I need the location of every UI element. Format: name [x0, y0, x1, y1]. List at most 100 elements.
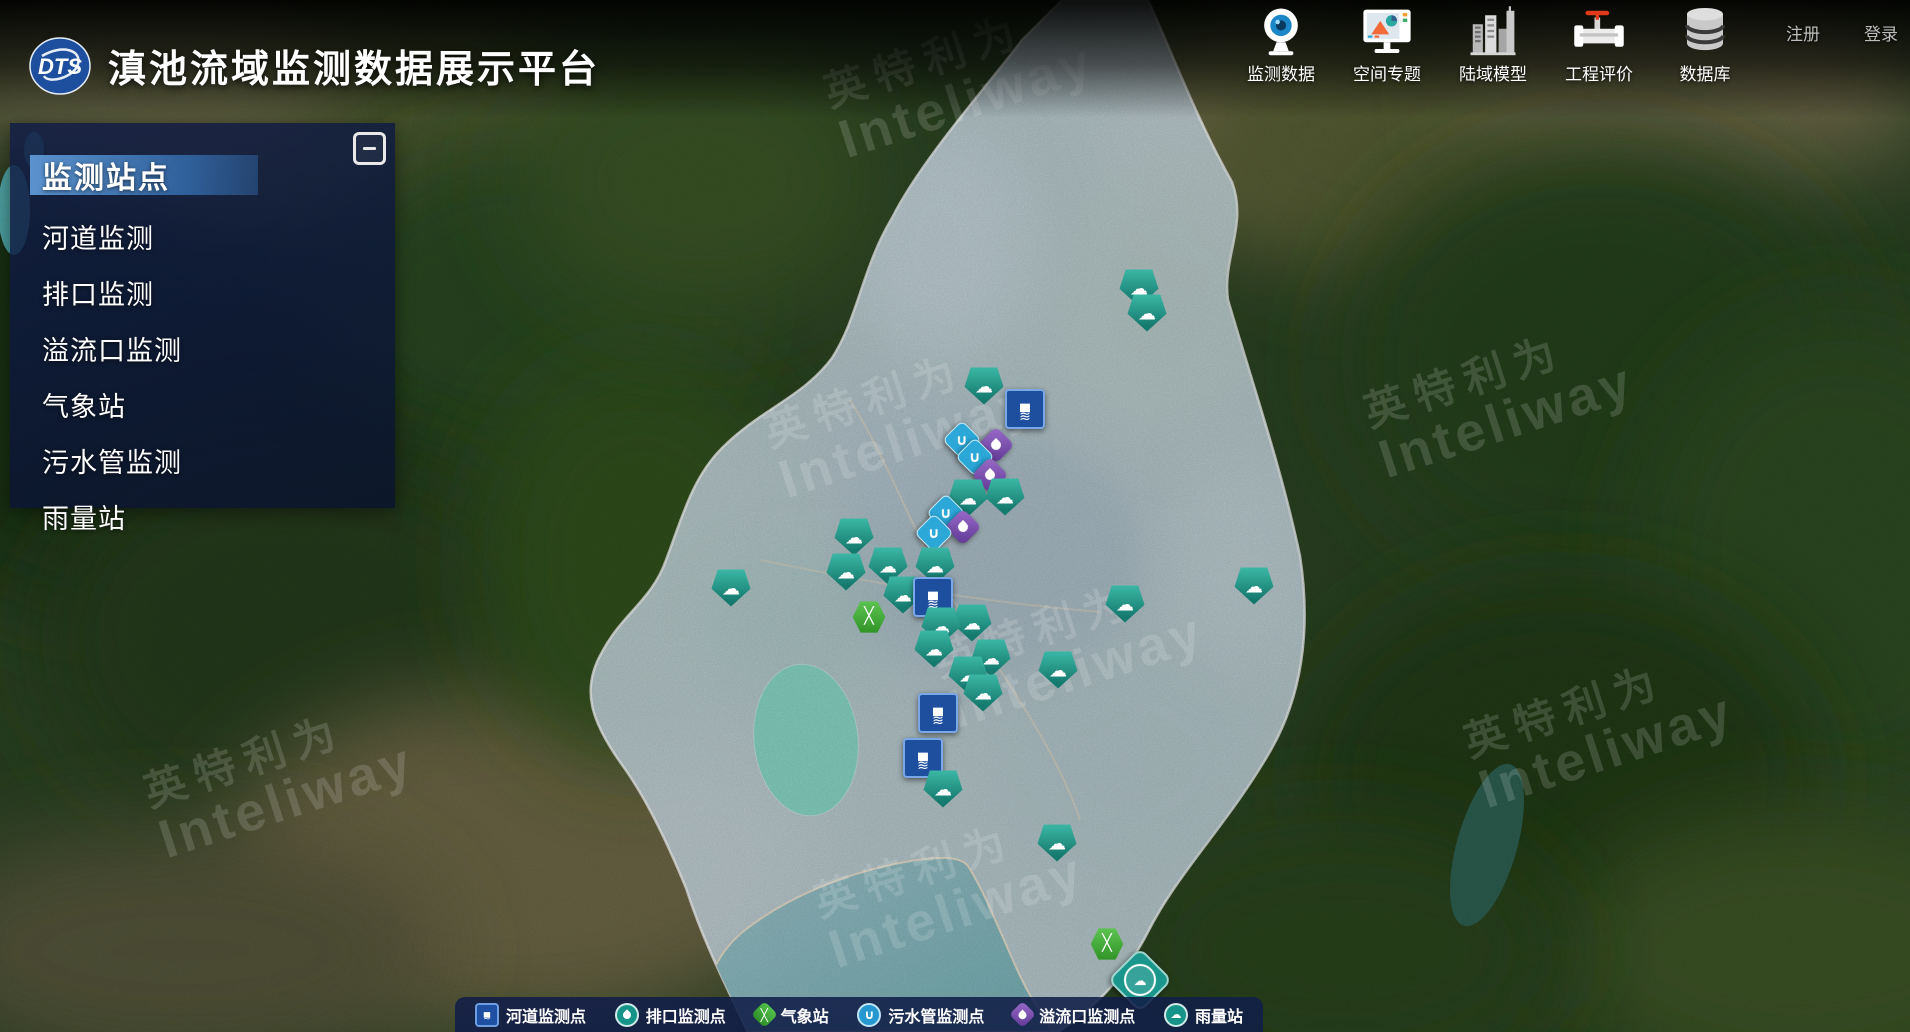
outlet-marker-icon [1048, 834, 1066, 852]
panel-title: 监测站点 [30, 155, 258, 195]
buildings-icon [1466, 4, 1520, 58]
nav-item-database[interactable]: 数据库 [1652, 4, 1758, 85]
sewage-marker-icon [940, 506, 952, 521]
map-marker-outlet[interactable] [712, 570, 751, 607]
page-title: 滇池流域监测数据展示平台 [108, 38, 600, 93]
outlet-marker-icon [959, 489, 977, 507]
legend-label: 污水管监测点 [888, 1003, 984, 1027]
rain-marker-icon [1124, 964, 1156, 996]
nav-item-spatial-theme[interactable]: 空间专题 [1334, 4, 1440, 85]
river-station-icon [475, 1003, 499, 1027]
legend-item-outlet-station[interactable]: 排口监测点 [615, 1003, 726, 1027]
legend-item-sewage-pipe-station[interactable]: 污水管监测点 [857, 1003, 984, 1027]
outlet-marker-icon [722, 579, 740, 597]
brand: DTS 滇池流域监测数据展示平台 [28, 13, 600, 119]
weather-marker-icon [864, 609, 874, 625]
nav-label: 监测数据 [1247, 60, 1315, 85]
rain-gauge-station-icon [1164, 1003, 1188, 1027]
legend-item-overflow-station[interactable]: 溢流口监测点 [1013, 1003, 1135, 1027]
outlet-marker-icon [837, 563, 855, 581]
legend-item-weather-station[interactable]: 气象站 [755, 1003, 829, 1027]
svg-text:DTS: DTS [38, 54, 82, 79]
map-marker-outlet[interactable] [964, 675, 1003, 712]
map-marker-outlet[interactable] [1039, 652, 1078, 689]
map-stage: 英特利为Inteliway英特利为Inteliway英特利为Inteliway英… [0, 0, 1910, 1032]
river-marker-icon [1019, 396, 1031, 423]
weather-station-icon [751, 1001, 778, 1028]
overflow-station-icon [1009, 1001, 1036, 1028]
sewage-marker-icon [928, 526, 940, 541]
map-marker-outlet[interactable] [1235, 568, 1274, 605]
river-marker-icon [932, 700, 944, 727]
legend-label: 雨量站 [1195, 1003, 1243, 1027]
legend-label: 河道监测点 [506, 1003, 586, 1027]
map-marker-outlet[interactable] [986, 479, 1025, 516]
sewage-pipe-station-icon [857, 1003, 881, 1027]
main-nav: 监测数据 空间专题 [1228, 4, 1898, 85]
legend-label: 排口监测点 [646, 1003, 726, 1027]
outlet-marker-icon [879, 557, 897, 575]
monitor-chart-icon [1360, 4, 1414, 58]
outlet-marker-icon [1049, 661, 1067, 679]
top-header: DTS 滇池流域监测数据展示平台 监测数据 [0, 0, 1910, 118]
weather-marker-icon [1102, 936, 1112, 952]
nav-label: 空间专题 [1353, 60, 1421, 85]
nav-item-project-evaluation[interactable]: 工程评价 [1546, 4, 1652, 85]
sidebar-item-overflow-monitoring[interactable]: 溢流口监测 [42, 329, 395, 368]
outlet-marker-icon [1130, 279, 1148, 297]
valve-icon [1572, 4, 1626, 58]
map-marker-outlet[interactable] [1038, 825, 1077, 862]
outlet-marker-icon [996, 488, 1014, 506]
sidebar-item-rain-gauge-station[interactable]: 雨量站 [42, 497, 395, 536]
legend-item-river-station[interactable]: 河道监测点 [475, 1003, 586, 1027]
monitoring-stations-panel: 监测站点 河道监测 排口监测 溢流口监测 气象站 污水管监测 雨量站 [10, 123, 395, 508]
register-link[interactable]: 注册 [1786, 20, 1820, 45]
map-marker-river[interactable] [918, 693, 958, 733]
camera-icon [1254, 4, 1308, 58]
outlet-marker-icon [963, 614, 981, 632]
panel-menu: 河道监测 排口监测 溢流口监测 气象站 污水管监测 雨量站 [10, 217, 395, 536]
legend-label: 溢流口监测点 [1039, 1003, 1135, 1027]
outlet-marker-icon [974, 684, 992, 702]
outlet-marker-icon [894, 586, 912, 604]
sewage-marker-icon [969, 450, 981, 465]
sidebar-item-river-monitoring[interactable]: 河道监测 [42, 217, 395, 256]
map-marker-outlet[interactable] [915, 631, 954, 668]
overflow-marker-icon [958, 522, 968, 532]
sidebar-item-outlet-monitoring[interactable]: 排口监测 [42, 273, 395, 312]
platform-logo-icon: DTS [28, 34, 92, 98]
map-legend: 河道监测点 排口监测点 气象站 污水管监测点 溢流口监测点 雨量站 [455, 997, 1263, 1032]
outlet-marker-icon [845, 528, 863, 546]
map-marker-outlet[interactable] [1128, 295, 1167, 332]
map-marker-river[interactable] [1005, 389, 1045, 429]
sidebar-item-weather-station[interactable]: 气象站 [42, 385, 395, 424]
map-marker-outlet[interactable] [827, 554, 866, 591]
outlet-marker-icon [1116, 595, 1134, 613]
nav-label: 陆域模型 [1459, 60, 1527, 85]
outlet-marker-icon [925, 640, 943, 658]
nav-label: 数据库 [1680, 60, 1731, 85]
nav-item-land-model[interactable]: 陆域模型 [1440, 4, 1546, 85]
map-marker-outlet[interactable] [835, 519, 874, 556]
legend-item-rain-gauge-station[interactable]: 雨量站 [1164, 1003, 1243, 1027]
map-marker-weather[interactable] [852, 600, 886, 634]
outlet-marker-icon [1138, 304, 1156, 322]
outlet-marker-icon [934, 780, 952, 798]
map-marker-weather[interactable] [1090, 927, 1124, 961]
sidebar-item-sewage-monitoring[interactable]: 污水管监测 [42, 441, 395, 480]
nav-item-monitor-data[interactable]: 监测数据 [1228, 4, 1334, 85]
map-marker-outlet[interactable] [1106, 586, 1145, 623]
map-marker-outlet[interactable] [924, 771, 963, 808]
river-marker-icon [917, 745, 929, 772]
nav-label: 工程评价 [1565, 60, 1633, 85]
outlet-marker-icon [926, 557, 944, 575]
outlet-station-icon [615, 1003, 639, 1027]
collapse-panel-button[interactable] [353, 132, 386, 165]
overflow-marker-icon [991, 440, 1001, 450]
auth-links: 注册 登录 [1786, 4, 1898, 45]
river-marker-icon [927, 584, 939, 611]
login-link[interactable]: 登录 [1864, 20, 1898, 45]
map-marker-outlet[interactable] [965, 368, 1004, 405]
database-icon [1678, 4, 1732, 58]
legend-label: 气象站 [781, 1003, 829, 1027]
